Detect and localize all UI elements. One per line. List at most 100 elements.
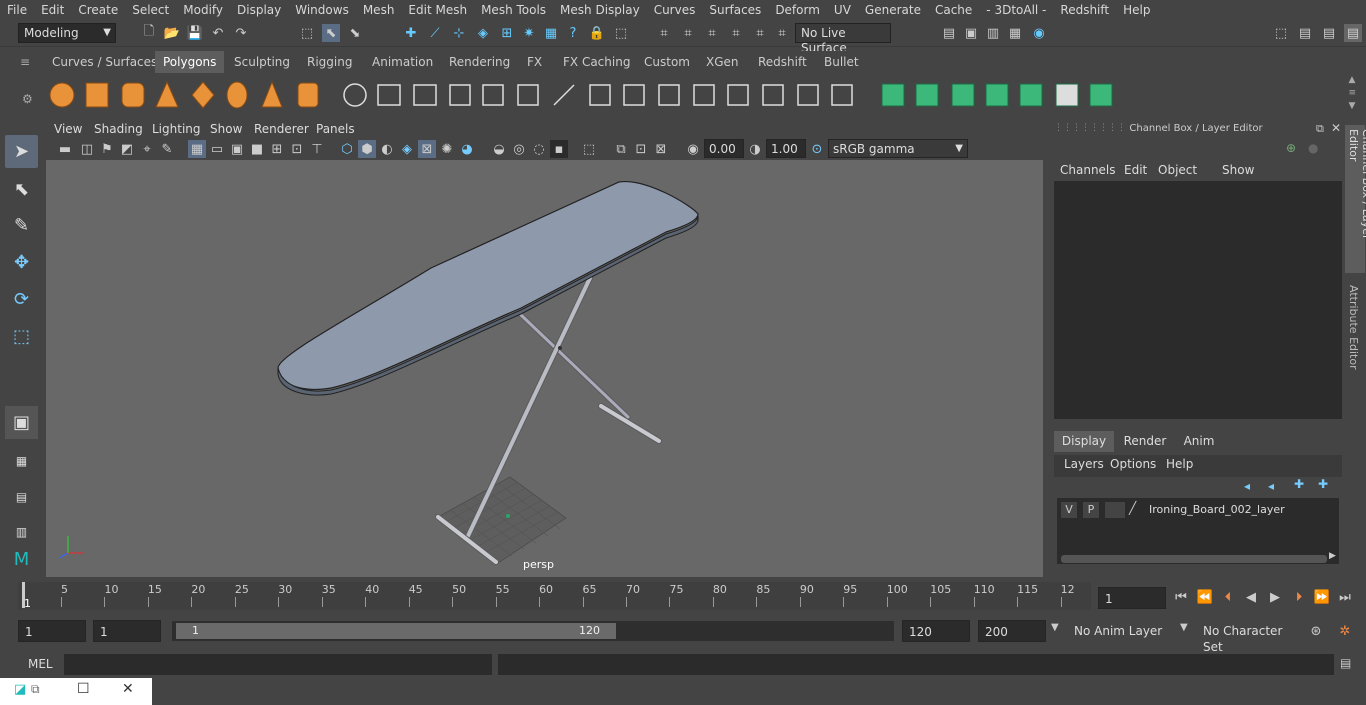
character-set-dropdown[interactable]: No Character Set	[1197, 620, 1307, 654]
shelf-tab[interactable]: Custom	[636, 51, 698, 73]
viewport-menu-item[interactable]: Panels	[316, 122, 355, 136]
open-scene-icon[interactable]: 📂	[163, 24, 181, 42]
menu-item[interactable]: Deform	[768, 0, 827, 20]
camera-attributes-icon[interactable]: ◫	[78, 140, 96, 158]
layout-single-icon[interactable]: ▦	[5, 444, 38, 477]
tab-attribute-editor[interactable]: Attribute Editor	[1345, 281, 1365, 381]
move-layer-up-icon[interactable]: ◂	[1244, 479, 1250, 493]
shelf-tab[interactable]: Animation	[364, 51, 441, 73]
move-layer-down-icon[interactable]: ◂	[1268, 479, 1274, 493]
close-icon[interactable]: ✕	[122, 681, 134, 697]
2d-pan-icon[interactable]: ⌖	[138, 140, 156, 158]
hypershade-icon[interactable]: ◉	[1030, 24, 1048, 42]
menu-item[interactable]: Create	[71, 0, 125, 20]
shelf-tab[interactable]: Rendering	[441, 51, 518, 73]
step-forward-key-icon[interactable]: ⏵	[1290, 588, 1308, 606]
last-tool-icon[interactable]: ▣	[5, 406, 38, 439]
step-forward-icon[interactable]: ⏩	[1313, 588, 1331, 606]
gamma-field[interactable]: 1.00	[766, 139, 806, 158]
image-plane-icon[interactable]: ◩	[118, 140, 136, 158]
scroll-right-icon[interactable]: ▶	[1329, 551, 1336, 561]
menu-item[interactable]: Select	[125, 0, 176, 20]
uv-layout-icon[interactable]	[1089, 83, 1113, 107]
snap-grid-icon[interactable]: ✚	[402, 24, 420, 42]
viewport-menu-item[interactable]: Show	[210, 122, 242, 136]
menu-item[interactable]: Generate	[858, 0, 928, 20]
soft-select-icon[interactable]: ⌗	[703, 24, 721, 42]
grid-icon[interactable]: ▦	[188, 140, 206, 158]
go-to-end-icon[interactable]: ⏭	[1336, 588, 1354, 606]
uv-planar-icon[interactable]	[881, 83, 905, 107]
live-icon[interactable]: ⌗	[773, 24, 791, 42]
menu-item[interactable]: Redshift	[1053, 0, 1116, 20]
menu-item[interactable]: Mesh Tools	[474, 0, 553, 20]
poly-cone-icon[interactable]	[155, 80, 179, 108]
select-by-hierarchy-icon[interactable]: ⬚	[298, 24, 316, 42]
menu-item[interactable]: Cache	[928, 0, 979, 20]
anti-alias-icon[interactable]: ◎	[510, 140, 528, 158]
channel-list[interactable]	[1054, 181, 1342, 419]
lights-icon[interactable]: ◐	[378, 140, 396, 158]
shelf-tab[interactable]: Curves / Surfaces	[44, 51, 165, 73]
camera-select-icon[interactable]: ▬	[56, 140, 74, 158]
menu-item[interactable]: Windows	[288, 0, 356, 20]
frame-all-icon[interactable]: ⧉	[612, 140, 630, 158]
shelf-tab[interactable]: Bullet	[816, 51, 867, 73]
animation-start-field[interactable]: 1	[18, 620, 86, 642]
field-chart-icon[interactable]: ⊞	[268, 140, 286, 158]
redo-icon[interactable]: ↷	[232, 24, 250, 42]
shelf-menu-icon[interactable]: ≡	[20, 55, 30, 69]
ipr-render-icon[interactable]: ▥	[984, 24, 1002, 42]
gamma-icon[interactable]: ◑	[746, 140, 764, 158]
new-scene-icon[interactable]: 🗋	[140, 24, 158, 42]
frame-scene-icon[interactable]: ⊠	[652, 140, 670, 158]
save-scene-icon[interactable]: 💾	[186, 24, 204, 42]
menu-item[interactable]: Curves	[647, 0, 703, 20]
command-input[interactable]	[64, 654, 492, 675]
float-window-icon[interactable]: ⧉	[1316, 122, 1324, 136]
layout-four-icon[interactable]: ▤	[5, 480, 38, 513]
bridge-icon[interactable]	[482, 84, 504, 106]
live-surface-field[interactable]: No Live Surface	[795, 23, 891, 55]
tab-channel-box[interactable]: Channel Box / Layer Editor	[1345, 125, 1366, 273]
menu-item[interactable]: Modify	[176, 0, 230, 20]
script-editor-icon[interactable]: ▤	[1340, 656, 1351, 670]
channel-box-icon[interactable]: ▤	[1344, 24, 1362, 42]
modeling-toolkit-icon[interactable]: ⬚	[1272, 24, 1290, 42]
channel-box-menu-item[interactable]: Channels	[1060, 163, 1116, 177]
frame-selected-icon[interactable]: ⊡	[632, 140, 650, 158]
shelf-tab[interactable]: Rigging	[299, 51, 360, 73]
gate-mask-icon[interactable]: ■	[248, 140, 266, 158]
go-to-start-icon[interactable]: ⏮	[1172, 588, 1190, 606]
layer-menu-item[interactable]: Help	[1166, 457, 1193, 471]
shelf-tab[interactable]: Sculpting	[226, 51, 298, 73]
poly-pyramid-icon[interactable]	[261, 80, 283, 108]
snap-surface-icon[interactable]: ⊞	[498, 24, 516, 42]
layer-menu-item[interactable]: Options	[1110, 457, 1156, 471]
help-icon[interactable]: ?	[564, 24, 582, 42]
shelf-tab[interactable]: FX	[519, 51, 550, 73]
menu-item[interactable]: Edit Mesh	[401, 0, 474, 20]
chevron-down-icon[interactable]: ▼	[1180, 622, 1188, 633]
restore-icon[interactable]: ⧉	[31, 682, 40, 697]
collapse-icon[interactable]	[727, 84, 749, 106]
shelf-scroll-icon[interactable]: ▲ ≡ ▼	[1348, 74, 1356, 113]
snap-curve-icon[interactable]: ⟋	[426, 24, 444, 42]
color-management-icon[interactable]: ⊙	[808, 140, 826, 158]
bookmark-icon[interactable]: ⚑	[98, 140, 116, 158]
separate-icon[interactable]	[377, 84, 401, 106]
attribute-editor-icon[interactable]: ▤	[1296, 24, 1314, 42]
play-forward-icon[interactable]: ▶	[1266, 588, 1284, 606]
select-tool-icon[interactable]: ➤	[5, 135, 38, 168]
reflection-icon[interactable]: ⌗	[727, 24, 745, 42]
anim-layer-dropdown[interactable]: No Anim Layer	[1068, 620, 1178, 642]
menu-item[interactable]: UV	[827, 0, 858, 20]
move-tool-icon[interactable]: ✥	[5, 246, 38, 279]
new-layer-selected-icon[interactable]: ✚	[1318, 477, 1328, 491]
fill-hole-icon[interactable]	[658, 84, 680, 106]
uv-auto-icon[interactable]	[985, 83, 1009, 107]
range-slider[interactable]: 1 120	[172, 621, 894, 641]
extrude-icon[interactable]	[589, 84, 611, 106]
color-space-dropdown[interactable]: sRGB gamma ▼	[828, 139, 968, 158]
merge-icon[interactable]	[693, 84, 715, 106]
